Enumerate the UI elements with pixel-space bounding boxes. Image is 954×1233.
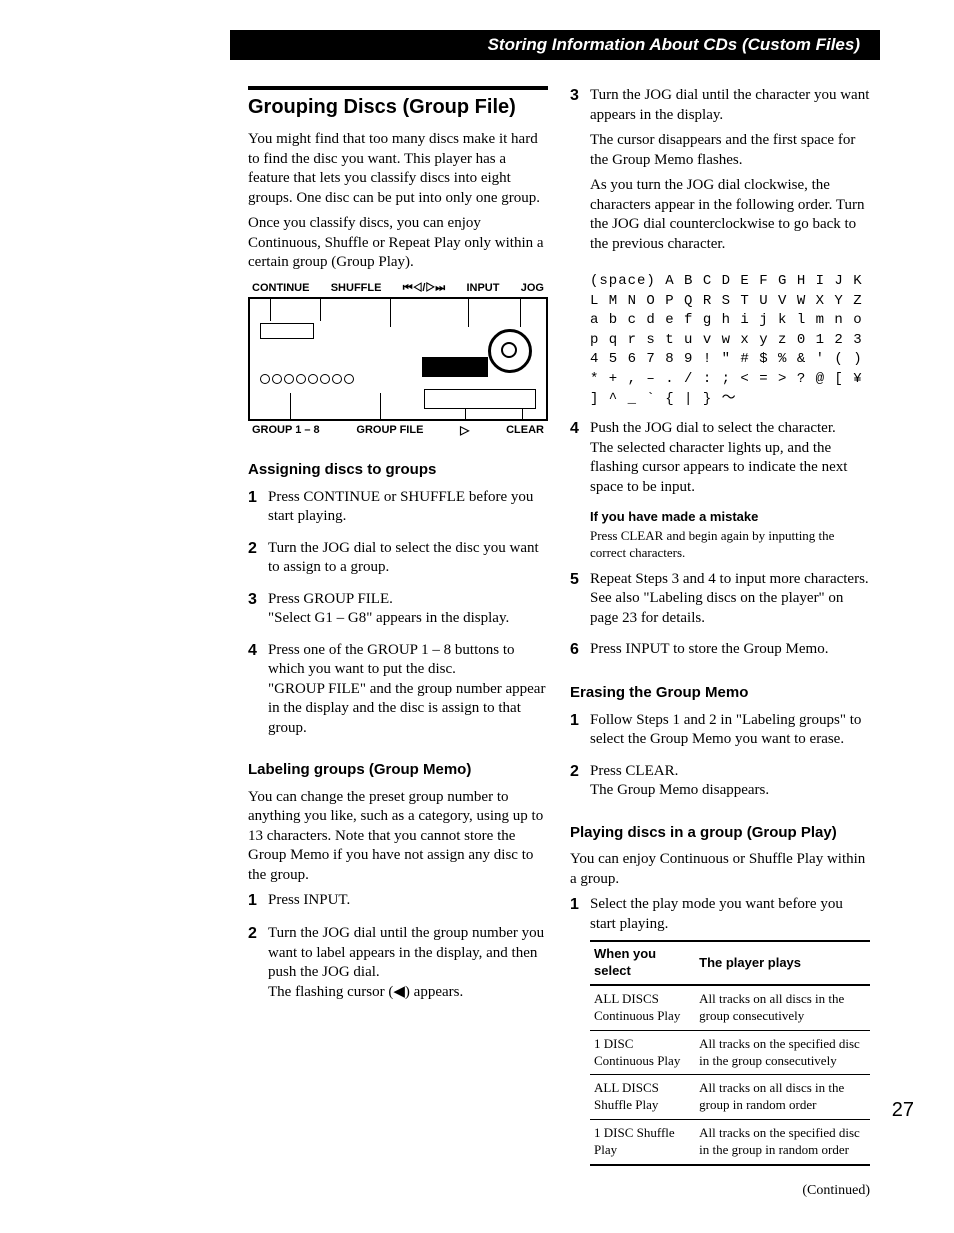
assign-step-2: Turn the JOG dial to select the disc you… <box>268 539 548 578</box>
label-step-6: Press INPUT to store the Group Memo. <box>590 640 870 660</box>
intro-paragraph-2: Once you classify discs, you can enjoy C… <box>248 214 548 273</box>
diagram-label-play-icon: ▷ <box>460 423 469 439</box>
group-play-intro: You can enjoy Continuous or Shuffle Play… <box>570 850 870 889</box>
section-title: Grouping Discs (Group File) <box>248 94 548 120</box>
label-step-5: Repeat Steps 3 and 4 to input more chara… <box>590 570 870 629</box>
label-step-4: Push the JOG dial to select the characte… <box>590 419 870 497</box>
play-step-1: Select the play mode you want before you… <box>590 895 870 934</box>
chapter-header: Storing Information About CDs (Custom Fi… <box>230 30 880 60</box>
label-step-2: Turn the JOG dial until the group number… <box>268 924 548 1002</box>
diagram-label-transport: ⏮◁/▷⏭ <box>403 281 445 295</box>
table-row: 1 DISC Shuffle PlayAll tracks on the spe… <box>590 1120 870 1165</box>
table-row: ALL DISCS Shuffle PlayAll tracks on all … <box>590 1075 870 1120</box>
continued-label: (Continued) <box>570 1182 870 1200</box>
assigning-steps: 1Press CONTINUE or SHUFFLE before you st… <box>248 488 548 739</box>
labeling-steps-right: 3 Turn the JOG dial until the character … <box>570 86 870 260</box>
label-step-3b: The cursor disappears and the first spac… <box>590 131 870 170</box>
diagram-label-jog: JOG <box>521 281 544 295</box>
labeling-steps-right-3: 5Repeat Steps 3 and 4 to input more char… <box>570 570 870 661</box>
diagram-label-continue: CONTINUE <box>252 281 309 295</box>
mistake-note-body: Press CLEAR and begin again by inputting… <box>590 528 870 562</box>
label-step-3a: Turn the JOG dial until the character yo… <box>590 86 870 125</box>
intro-paragraph-1: You might find that too many discs make … <box>248 130 548 208</box>
table-row: 1 DISC Continuous PlayAll tracks on the … <box>590 1030 870 1075</box>
table-header-select: When you select <box>590 941 695 985</box>
left-column: Grouping Discs (Group File) You might fi… <box>248 86 548 1200</box>
right-column: 3 Turn the JOG dial until the character … <box>570 86 870 1200</box>
diagram-label-shuffle: SHUFFLE <box>331 281 382 295</box>
labeling-intro: You can change the preset group number t… <box>248 788 548 886</box>
erasing-heading: Erasing the Group Memo <box>570 683 870 703</box>
labeling-heading: Labeling groups (Group Memo) <box>248 760 548 780</box>
diagram-label-group-file: GROUP FILE <box>356 423 423 439</box>
assign-step-4: Press one of the GROUP 1 – 8 buttons to … <box>268 641 548 739</box>
mistake-note-title: If you have made a mistake <box>590 509 870 526</box>
play-mode-table: When you select The player plays ALL DIS… <box>590 940 870 1166</box>
player-diagram: CONTINUE SHUFFLE ⏮◁/▷⏭ INPUT JOG <box>248 281 548 439</box>
label-step-3c: As you turn the JOG dial clockwise, the … <box>590 176 870 254</box>
diagram-label-input: INPUT <box>466 281 499 295</box>
character-set: (space) A B C D E F G H I J K L M N O P … <box>590 272 870 409</box>
assigning-heading: Assigning discs to groups <box>248 460 548 480</box>
diagram-label-clear: CLEAR <box>506 423 544 439</box>
table-row: ALL DISCS Continuous PlayAll tracks on a… <box>590 985 870 1030</box>
group-play-heading: Playing discs in a group (Group Play) <box>570 823 870 843</box>
mistake-note: If you have made a mistake Press CLEAR a… <box>590 509 870 562</box>
erase-step-1: Follow Steps 1 and 2 in "Labeling groups… <box>590 711 870 750</box>
erasing-steps: 1Follow Steps 1 and 2 in "Labeling group… <box>570 711 870 801</box>
assign-step-3: Press GROUP FILE."Select G1 – G8" appear… <box>268 590 548 629</box>
erase-step-2: Press CLEAR.The Group Memo disappears. <box>590 762 870 801</box>
diagram-label-group-btns: GROUP 1 – 8 <box>252 423 320 439</box>
assign-step-1: Press CONTINUE or SHUFFLE before you sta… <box>268 488 548 527</box>
label-step-1: Press INPUT. <box>268 891 548 911</box>
page-number: 27 <box>892 1097 914 1123</box>
table-header-plays: The player plays <box>695 941 870 985</box>
group-play-steps: 1 Select the play mode you want before y… <box>570 895 870 1166</box>
jog-dial-icon <box>488 329 532 373</box>
labeling-steps-right-2: 4Push the JOG dial to select the charact… <box>570 419 870 497</box>
labeling-steps-left: 1Press INPUT. 2Turn the JOG dial until t… <box>248 891 548 1002</box>
